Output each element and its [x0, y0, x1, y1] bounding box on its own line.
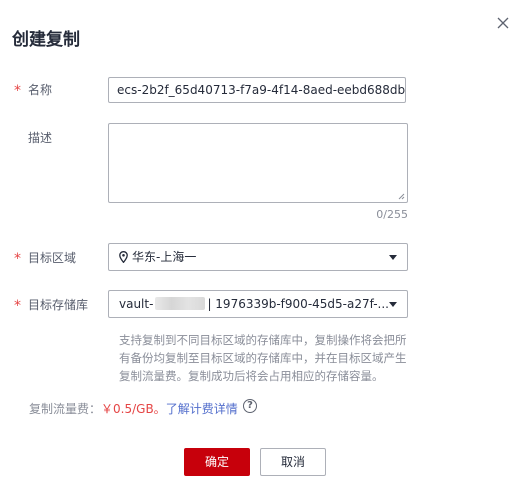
target-vault-label: 目标存储库 [28, 298, 89, 312]
name-label: 名称 [28, 83, 53, 97]
vault-id: | 1976339b-f900-45d5-a27f-... [207, 297, 389, 311]
replication-hint: 支持复制到不同目标区域的存储库中，复制操作将会把所有备份均复制至目标区域的存储库… [119, 333, 407, 383]
location-pin-icon [119, 251, 128, 263]
redacted-vault-name [155, 297, 206, 310]
pricing-details-link[interactable]: 了解计费详情 [166, 402, 238, 416]
region-required-mark: * [14, 251, 21, 267]
target-region-label: 目标区域 [28, 251, 77, 265]
resize-grip-icon[interactable] [398, 193, 405, 200]
chevron-down-icon [389, 302, 397, 307]
name-required-mark: * [14, 83, 21, 99]
fee-label: 复制流量费： [29, 402, 102, 416]
target-region-value: 华东-上海一 [132, 250, 197, 264]
close-icon[interactable] [496, 16, 510, 30]
target-region-select[interactable]: 华东-上海一 [108, 243, 408, 271]
dialog-title: 创建复制 [12, 30, 80, 50]
create-replication-dialog: 创建复制 * 名称 ecs-2b2f_65d40713-f7a9-4f14-8a… [0, 0, 517, 503]
help-icon[interactable]: ? [243, 399, 257, 413]
target-vault-select[interactable]: vault- | 1976339b-f900-45d5-a27f-... [108, 290, 408, 318]
description-counter: 0/255 [376, 208, 408, 221]
chevron-down-icon [389, 255, 397, 260]
vault-name-prefix: vault- [119, 297, 154, 311]
vault-required-mark: * [14, 298, 21, 314]
replication-fee: 复制流量费：￥0.5/GB。了解计费详情 [29, 401, 238, 417]
confirm-button[interactable]: 确定 [184, 448, 250, 476]
name-input[interactable]: ecs-2b2f_65d40713-f7a9-4f14-8aed-eebd688… [108, 77, 406, 103]
fee-price: ￥0.5/GB。 [101, 402, 166, 416]
cancel-button[interactable]: 取消 [260, 448, 326, 476]
description-label: 描述 [28, 131, 53, 145]
description-textarea[interactable] [108, 123, 408, 203]
